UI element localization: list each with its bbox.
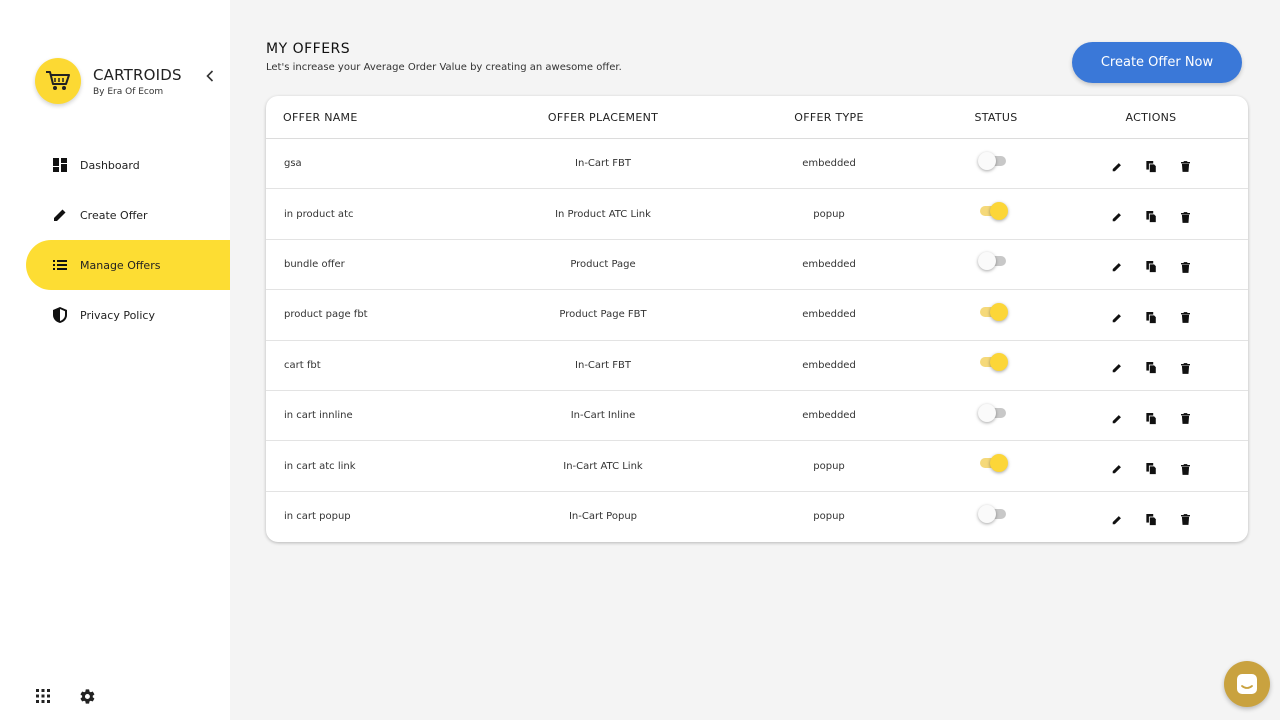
- table-row: gsa In-Cart FBT embedded: [266, 139, 1248, 190]
- create-offer-button[interactable]: Create Offer Now: [1072, 42, 1242, 83]
- apps-grid-icon[interactable]: [34, 687, 52, 705]
- chevron-left-icon[interactable]: [202, 68, 218, 84]
- offer-name: in cart popup: [284, 511, 351, 523]
- status-toggle[interactable]: [978, 504, 1008, 523]
- table-header: OFFER NAME OFFER PLACEMENT OFFER TYPE ST…: [266, 96, 1248, 139]
- delete-icon[interactable]: [1178, 513, 1192, 527]
- delete-icon[interactable]: [1178, 160, 1192, 174]
- copy-icon[interactable]: [1144, 210, 1158, 224]
- copy-icon[interactable]: [1144, 160, 1158, 174]
- column-header: OFFER PLACEMENT: [547, 110, 659, 124]
- offer-type: embedded: [802, 309, 856, 321]
- column-header: ACTIONS: [1125, 110, 1177, 124]
- offer-type: popup: [813, 460, 845, 472]
- page-title: MY OFFERS: [266, 41, 351, 57]
- offer-placement: In-Cart Popup: [568, 511, 638, 523]
- delete-icon[interactable]: [1178, 412, 1192, 426]
- status-toggle[interactable]: [978, 353, 1008, 372]
- edit-icon[interactable]: [1110, 311, 1124, 325]
- edit-icon[interactable]: [1110, 462, 1124, 476]
- copy-icon[interactable]: [1144, 513, 1158, 527]
- sidebar-nav: Dashboard Create Offer Manage Offers Pri…: [26, 140, 230, 340]
- delete-icon[interactable]: [1178, 462, 1192, 476]
- page-subtitle: Let's increase your Average Order Value …: [266, 62, 622, 73]
- table-row: product page fbt Product Page FBT embedded: [266, 290, 1248, 341]
- status-toggle[interactable]: [978, 302, 1008, 321]
- offer-type: popup: [813, 208, 845, 220]
- brand: CARTROIDS By Era Of Ecom: [35, 58, 182, 104]
- sidebar-item-create-offer[interactable]: Create Offer: [26, 190, 230, 240]
- sidebar: CARTROIDS By Era Of Ecom Dashboard Creat…: [0, 0, 230, 720]
- list-icon: [52, 257, 68, 273]
- delete-icon[interactable]: [1178, 210, 1192, 224]
- offer-name: in product atc: [284, 208, 354, 220]
- offer-name: in cart innline: [284, 410, 353, 422]
- offer-type: embedded: [802, 359, 856, 371]
- offer-name: product page fbt: [284, 309, 368, 321]
- column-header: STATUS: [974, 110, 1018, 124]
- copy-icon[interactable]: [1144, 361, 1158, 375]
- offer-type: embedded: [802, 258, 856, 270]
- sidebar-item-label: Create Offer: [80, 208, 148, 222]
- table-row: bundle offer Product Page embedded: [266, 240, 1248, 291]
- copy-icon[interactable]: [1144, 260, 1158, 274]
- status-toggle[interactable]: [978, 252, 1008, 271]
- sidebar-item-dashboard[interactable]: Dashboard: [26, 140, 230, 190]
- column-header: OFFER TYPE: [794, 110, 864, 124]
- copy-icon[interactable]: [1144, 311, 1158, 325]
- delete-icon[interactable]: [1178, 361, 1192, 375]
- delete-icon[interactable]: [1178, 260, 1192, 274]
- edit-icon[interactable]: [1110, 412, 1124, 426]
- gear-icon[interactable]: [78, 687, 96, 705]
- brand-name: CARTROIDS: [93, 65, 182, 84]
- offer-placement: In Product ATC Link: [555, 208, 651, 220]
- sidebar-item-manage-offers[interactable]: Manage Offers: [26, 240, 230, 290]
- delete-icon[interactable]: [1178, 311, 1192, 325]
- dashboard-icon: [52, 157, 68, 173]
- copy-icon[interactable]: [1144, 462, 1158, 476]
- offer-type: popup: [813, 511, 845, 523]
- chat-launcher-icon[interactable]: [1224, 661, 1270, 707]
- offers-table: OFFER NAME OFFER PLACEMENT OFFER TYPE ST…: [266, 96, 1248, 542]
- sidebar-footer: [34, 687, 96, 705]
- edit-icon[interactable]: [1110, 361, 1124, 375]
- table-row: in product atc In Product ATC Link popup: [266, 189, 1248, 240]
- offer-type: embedded: [802, 410, 856, 422]
- column-header: OFFER NAME: [283, 110, 358, 124]
- offer-type: embedded: [802, 158, 856, 170]
- offer-placement: In-Cart FBT: [575, 359, 631, 371]
- table-row: in cart popup In-Cart Popup popup: [266, 492, 1248, 542]
- offer-placement: In-Cart FBT: [575, 158, 631, 170]
- pencil-icon: [52, 207, 68, 223]
- edit-icon[interactable]: [1110, 513, 1124, 527]
- offer-placement: Product Page: [570, 258, 636, 270]
- offer-name: in cart atc link: [284, 460, 356, 472]
- table-row: cart fbt In-Cart FBT embedded: [266, 341, 1248, 391]
- offer-placement: In-Cart Inline: [570, 410, 636, 422]
- sidebar-item-label: Privacy Policy: [80, 308, 155, 322]
- status-toggle[interactable]: [978, 151, 1008, 170]
- status-toggle[interactable]: [978, 403, 1008, 422]
- status-toggle[interactable]: [978, 202, 1008, 221]
- cart-logo-icon: [35, 58, 81, 104]
- table-body: gsa In-Cart FBT embedded in product atc In P…: [266, 139, 1248, 542]
- sidebar-item-privacy-policy[interactable]: Privacy Policy: [26, 290, 230, 340]
- sidebar-item-label: Manage Offers: [80, 258, 161, 272]
- edit-icon[interactable]: [1110, 210, 1124, 224]
- table-row: in cart innline In-Cart Inline embedded: [266, 391, 1248, 442]
- offer-name: cart fbt: [284, 359, 321, 371]
- offer-name: gsa: [284, 158, 302, 170]
- edit-icon[interactable]: [1110, 260, 1124, 274]
- shield-icon: [52, 307, 68, 323]
- edit-icon[interactable]: [1110, 160, 1124, 174]
- offer-placement: Product Page FBT: [559, 309, 647, 321]
- sidebar-item-label: Dashboard: [80, 158, 140, 172]
- copy-icon[interactable]: [1144, 412, 1158, 426]
- brand-subtitle: By Era Of Ecom: [93, 86, 164, 97]
- offer-name: bundle offer: [284, 258, 345, 270]
- status-toggle[interactable]: [978, 454, 1008, 473]
- offer-placement: In-Cart ATC Link: [563, 460, 643, 472]
- table-row: in cart atc link In-Cart ATC Link popup: [266, 441, 1248, 492]
